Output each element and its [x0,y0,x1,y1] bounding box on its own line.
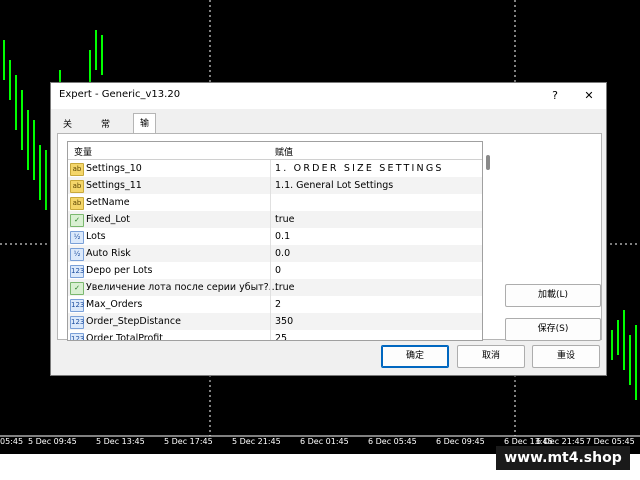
time-axis-label: 6 Dec 05:45 [368,437,417,446]
ok-button[interactable]: 确定 [381,345,449,368]
tab-common[interactable]: 常用 [95,117,116,146]
column-divider [270,296,271,313]
time-axis-label: 5 Dec 17:45 [164,437,213,446]
inputs-panel: 变量 赋值 ab Settings_10 1. ORDER SIZE SETTING… [57,133,602,341]
variable-name: SetName [86,197,130,208]
table-row[interactable]: ab SetName [68,194,482,211]
time-axis-label: 6 Dec 01:45 [300,437,349,446]
help-button[interactable]: ? [545,86,565,106]
variable-name: Lots [86,231,106,242]
column-divider [270,160,271,177]
time-axis-label: 7 Dec 05:45 [586,437,635,446]
variable-value[interactable]: 1. ORDER SIZE SETTINGS [275,163,444,174]
bool-type-icon: ✓ [70,214,84,227]
variable-value[interactable]: 0 [275,265,281,276]
table-row[interactable]: 123 Depo per Lots 0 [68,262,482,279]
column-header-variable[interactable]: 变量 [74,145,92,158]
variable-name: Увеличение лота после серии убыт?... [86,282,278,293]
table-row[interactable]: ½ Lots 0.1 [68,228,482,245]
int-type-icon: 123 [70,265,84,278]
column-divider [270,211,271,228]
column-divider [270,313,271,330]
table-row[interactable]: 123 Order TotalProfit 25 [68,330,482,341]
watermark: www.mt4.shop [496,446,630,470]
column-divider [270,279,271,296]
variable-value[interactable]: 0.0 [275,248,290,259]
time-axis-label: 5 Dec 09:45 [28,437,77,446]
variable-name: Order TotalProfit [86,333,163,341]
int-type-icon: 123 [70,333,84,340]
grid-header: 变量 赋值 [68,142,482,160]
time-axis-label: 6 Dec 21:45 [536,437,585,446]
variable-name: Auto Risk [86,248,131,259]
variable-name: Order_StepDistance [86,316,181,327]
parameters-grid: 变量 赋值 ab Settings_10 1. ORDER SIZE SETTING… [67,141,483,341]
reset-button[interactable]: 重设 [532,345,600,368]
time-axis-label: 6 Dec 09:45 [436,437,485,446]
time-axis-label: 05:45 [0,437,24,446]
bool-type-icon: ✓ [70,282,84,295]
load-button[interactable]: 加載(L) [505,284,601,307]
variable-name: Settings_11 [86,180,142,191]
save-button[interactable]: 保存(S) [505,318,601,341]
double-type-icon: ½ [70,231,84,244]
int-type-icon: 123 [70,299,84,312]
string-type-icon: ab [70,163,84,176]
column-divider [270,177,271,194]
title-bar: Expert - Generic_v13.20 ? ✕ [51,83,606,109]
variable-value[interactable]: 2 [275,299,281,310]
scrollbar-thumb[interactable] [486,155,490,170]
column-divider [270,228,271,245]
time-axis-label: 5 Dec 13:45 [96,437,145,446]
variable-value[interactable]: 1.1. General Lot Settings [275,180,393,191]
cancel-button[interactable]: 取消 [457,345,525,368]
dialog-title: Expert - Generic_v13.20 [59,89,181,100]
table-row[interactable]: 123 Order_StepDistance 350 [68,313,482,330]
tab-inputs[interactable]: 输入参数 [133,113,157,189]
variable-name: Max_Orders [86,299,143,310]
column-divider [270,262,271,279]
variable-name: Fixed_Lot [86,214,131,225]
string-type-icon: ab [70,180,84,193]
variable-value[interactable]: 350 [275,316,293,327]
int-type-icon: 123 [70,316,84,329]
table-row[interactable]: ✓ Fixed_Lot true [68,211,482,228]
time-axis-label: 5 Dec 21:45 [232,437,281,446]
tab-about[interactable]: 关于 [57,117,78,146]
string-type-icon: ab [70,197,84,210]
table-row[interactable]: ✓ Увеличение лота после серии убыт?... tru… [68,279,482,296]
table-row[interactable]: 123 Max_Orders 2 [68,296,482,313]
variable-name: Depo per Lots [86,265,153,276]
column-header-value[interactable]: 赋值 [275,145,293,158]
expert-dialog: Expert - Generic_v13.20 ? ✕ 关于 常用 输入参数 变… [50,82,607,376]
variable-value[interactable]: true [275,214,295,225]
variable-value[interactable]: true [275,282,295,293]
variable-value[interactable]: 0.1 [275,231,290,242]
column-divider [270,194,271,211]
column-divider [270,245,271,262]
variable-value[interactable]: 25 [275,333,287,340]
table-row[interactable]: ½ Auto Risk 0.0 [68,245,482,262]
grid-scrollbar[interactable] [483,141,493,339]
double-type-icon: ½ [70,248,84,261]
column-divider [270,330,271,340]
close-button[interactable]: ✕ [579,86,599,106]
table-row[interactable]: ab Settings_11 1.1. General Lot Settings [68,177,482,194]
table-row[interactable]: ab Settings_10 1. ORDER SIZE SETTINGS [68,160,482,177]
variable-name: Settings_10 [86,163,142,174]
